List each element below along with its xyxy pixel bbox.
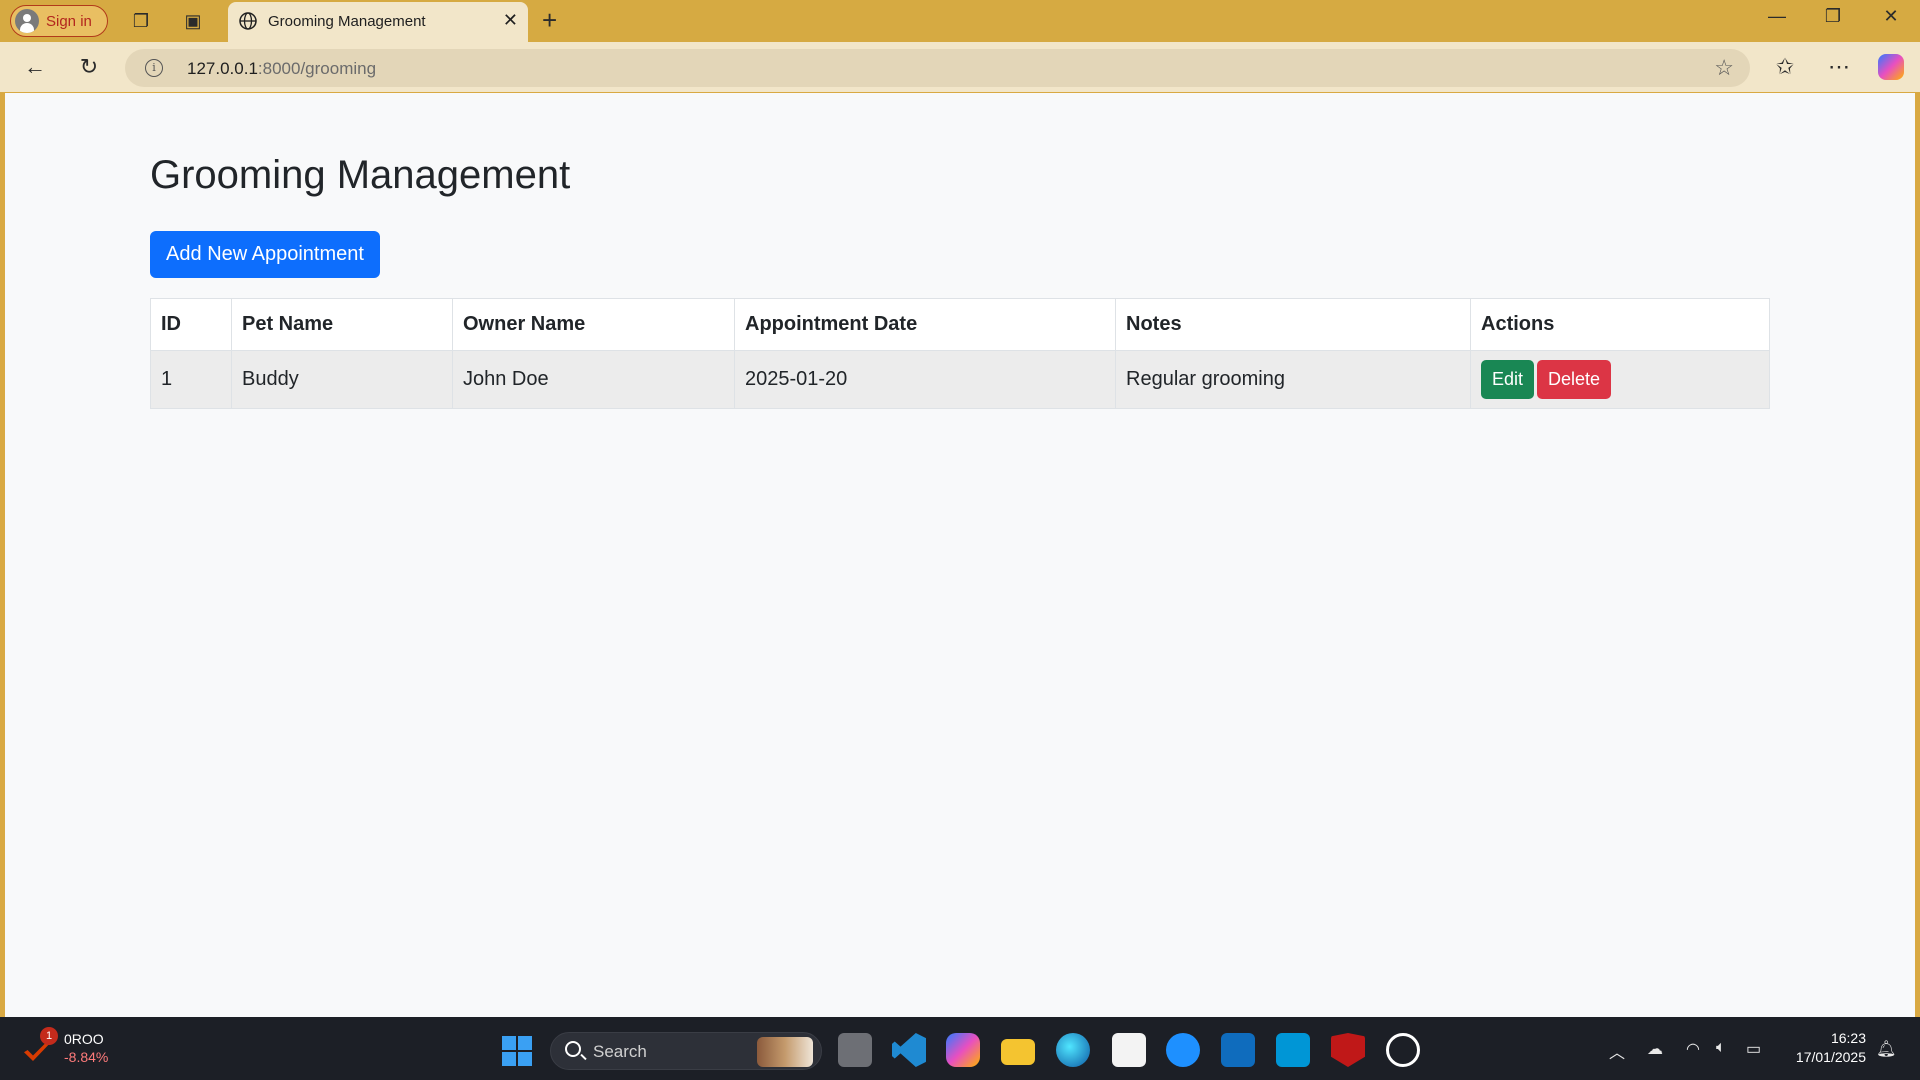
search-highlight-image <box>757 1037 813 1067</box>
edit-button[interactable]: Edit <box>1481 360 1535 399</box>
copilot-icon[interactable] <box>1878 54 1904 80</box>
myhp-icon[interactable] <box>1276 1033 1310 1067</box>
search-icon <box>565 1041 581 1057</box>
cell-appointment-date: 2025-01-20 <box>734 350 1116 409</box>
mcafee-icon[interactable] <box>1331 1033 1365 1067</box>
microsoft-store-icon[interactable] <box>1112 1033 1146 1067</box>
add-new-appointment-button[interactable]: Add New Appointment <box>150 231 380 278</box>
favorite-star-icon[interactable]: ☆ <box>1714 55 1734 81</box>
copilot-app-icon[interactable] <box>946 1033 980 1067</box>
taskbar: 1 0ROO -8.84% Search ︿ ☁ ◠ 🔈︎ ▭ 16:23 17… <box>0 1017 1920 1080</box>
cell-id: 1 <box>150 350 232 409</box>
url-path: :8000/grooming <box>257 59 377 78</box>
refresh-icon[interactable]: ↻ <box>74 52 104 82</box>
vertical-tabs-icon[interactable]: ▣ <box>181 9 205 33</box>
browser-toolbar: ← ↻ i 127.0.0.1:8000/grooming ☆ ✩ ⋯ <box>0 42 1920 92</box>
system-clock[interactable]: 16:23 17/01/2025 <box>1786 1029 1866 1067</box>
onedrive-offline-icon[interactable]: ☁ <box>1647 1039 1663 1059</box>
taskbar-search[interactable]: Search <box>550 1032 822 1070</box>
cell-notes: Regular grooming <box>1115 350 1471 409</box>
cell-actions: Edit Delete <box>1470 350 1770 409</box>
workspaces-icon[interactable]: ❐ <box>129 9 153 33</box>
notifications-bell-icon[interactable]: 🔔︎ <box>1876 1039 1896 1059</box>
cell-owner-name: John Doe <box>452 350 735 409</box>
show-hidden-icons-chevron[interactable]: ︿ <box>1609 1039 1625 1063</box>
edge-browser-icon[interactable] <box>1056 1033 1090 1067</box>
task-view-icon[interactable] <box>838 1033 872 1067</box>
globe-icon <box>239 12 257 30</box>
header-id: ID <box>150 298 232 351</box>
header-pet-name: Pet Name <box>231 298 453 351</box>
close-tab-icon[interactable]: ✕ <box>503 10 518 31</box>
tab-title: Grooming Management <box>268 13 426 30</box>
stock-widget[interactable]: 1 0ROO -8.84% <box>24 1027 134 1071</box>
header-appointment-date: Appointment Date <box>734 298 1116 351</box>
more-options-icon[interactable]: ⋯ <box>1824 52 1854 82</box>
windows-start-icon[interactable] <box>502 1036 532 1066</box>
notification-badge: 1 <box>40 1027 58 1045</box>
close-window-icon[interactable]: ✕ <box>1876 6 1906 27</box>
new-tab-icon[interactable]: + <box>542 6 557 34</box>
delete-button[interactable]: Delete <box>1537 360 1612 399</box>
url-host: 127.0.0.1 <box>187 59 258 78</box>
clock-time: 16:23 <box>1830 1030 1866 1046</box>
appointments-table: ID Pet Name Owner Name Appointment Date … <box>150 298 1770 409</box>
file-explorer-icon[interactable] <box>1001 1039 1035 1065</box>
favorites-icon[interactable]: ✩ <box>1770 52 1800 82</box>
sign-in-button[interactable]: Sign in <box>10 5 108 37</box>
battery-icon[interactable]: ▭ <box>1746 1039 1761 1059</box>
page-content: Grooming Management Add New Appointment … <box>5 93 1915 1017</box>
header-notes: Notes <box>1115 298 1471 351</box>
table-header-row: ID Pet Name Owner Name Appointment Date … <box>150 298 1770 351</box>
sign-in-label: Sign in <box>46 12 92 30</box>
wifi-icon[interactable]: ◠ <box>1686 1039 1700 1059</box>
search-placeholder: Search <box>593 1042 647 1061</box>
table-row: 1 Buddy John Doe 2025-01-20 Regular groo… <box>150 350 1770 409</box>
address-bar[interactable]: i 127.0.0.1:8000/grooming ☆ <box>125 49 1750 87</box>
stock-change: -8.84% <box>64 1049 109 1065</box>
profile-icon <box>15 9 39 33</box>
active-tab[interactable]: Grooming Management ✕ <box>228 2 528 42</box>
site-info-icon[interactable]: i <box>145 59 163 77</box>
url-text[interactable]: 127.0.0.1:8000/grooming <box>187 59 376 79</box>
vscode-icon[interactable] <box>892 1033 926 1067</box>
help-icon[interactable] <box>1166 1033 1200 1067</box>
header-actions: Actions <box>1470 298 1770 351</box>
volume-icon[interactable]: 🔈︎ <box>1716 1039 1726 1057</box>
chatgpt-icon[interactable] <box>1386 1033 1420 1067</box>
cell-pet-name: Buddy <box>231 350 453 409</box>
header-owner-name: Owner Name <box>452 298 735 351</box>
back-arrow-icon[interactable]: ← <box>20 52 50 82</box>
clock-date: 17/01/2025 <box>1795 1049 1866 1065</box>
outlook-icon[interactable] <box>1221 1033 1255 1067</box>
browser-tab-bar: Sign in ❐ ▣ Grooming Management ✕ + — ❐ … <box>0 0 1920 42</box>
restore-icon[interactable]: ❐ <box>1818 6 1848 27</box>
stock-symbol: 0ROO <box>64 1031 104 1047</box>
page-title: Grooming Management <box>150 153 571 197</box>
minimize-icon[interactable]: — <box>1762 6 1792 27</box>
